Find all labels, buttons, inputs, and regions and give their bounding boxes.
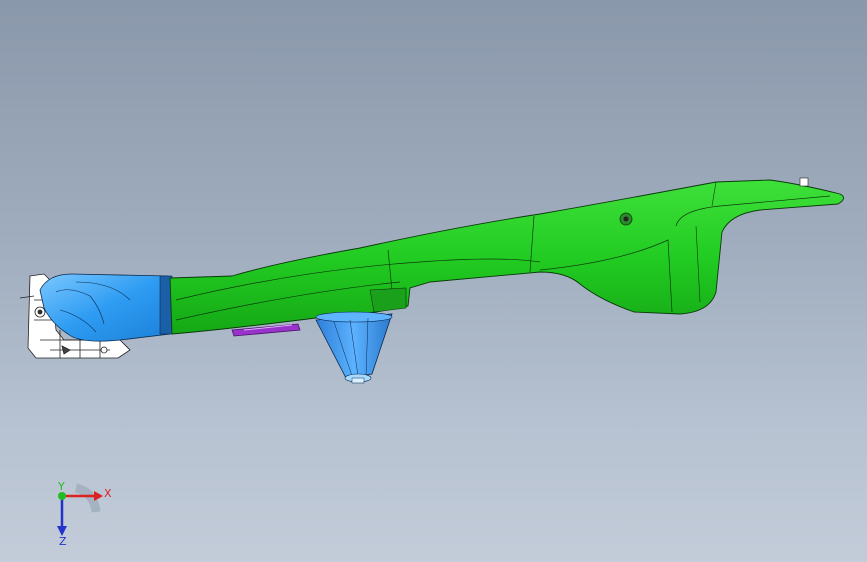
main-bracket-body[interactable]: [169, 177, 844, 335]
x-axis-label: X: [104, 487, 112, 500]
cad-model[interactable]: [0, 0, 867, 562]
y-axis-dot: [58, 492, 66, 500]
orientation-triad: X Y Z: [57, 482, 112, 546]
x-arrow-head: [94, 491, 103, 501]
y-axis-label: Y: [57, 482, 65, 493]
graphics-viewport[interactable]: X Y Z: [0, 0, 867, 562]
triad-arc: [74, 483, 101, 513]
conical-boss[interactable]: [315, 311, 393, 384]
z-axis-label: Z: [59, 535, 67, 546]
